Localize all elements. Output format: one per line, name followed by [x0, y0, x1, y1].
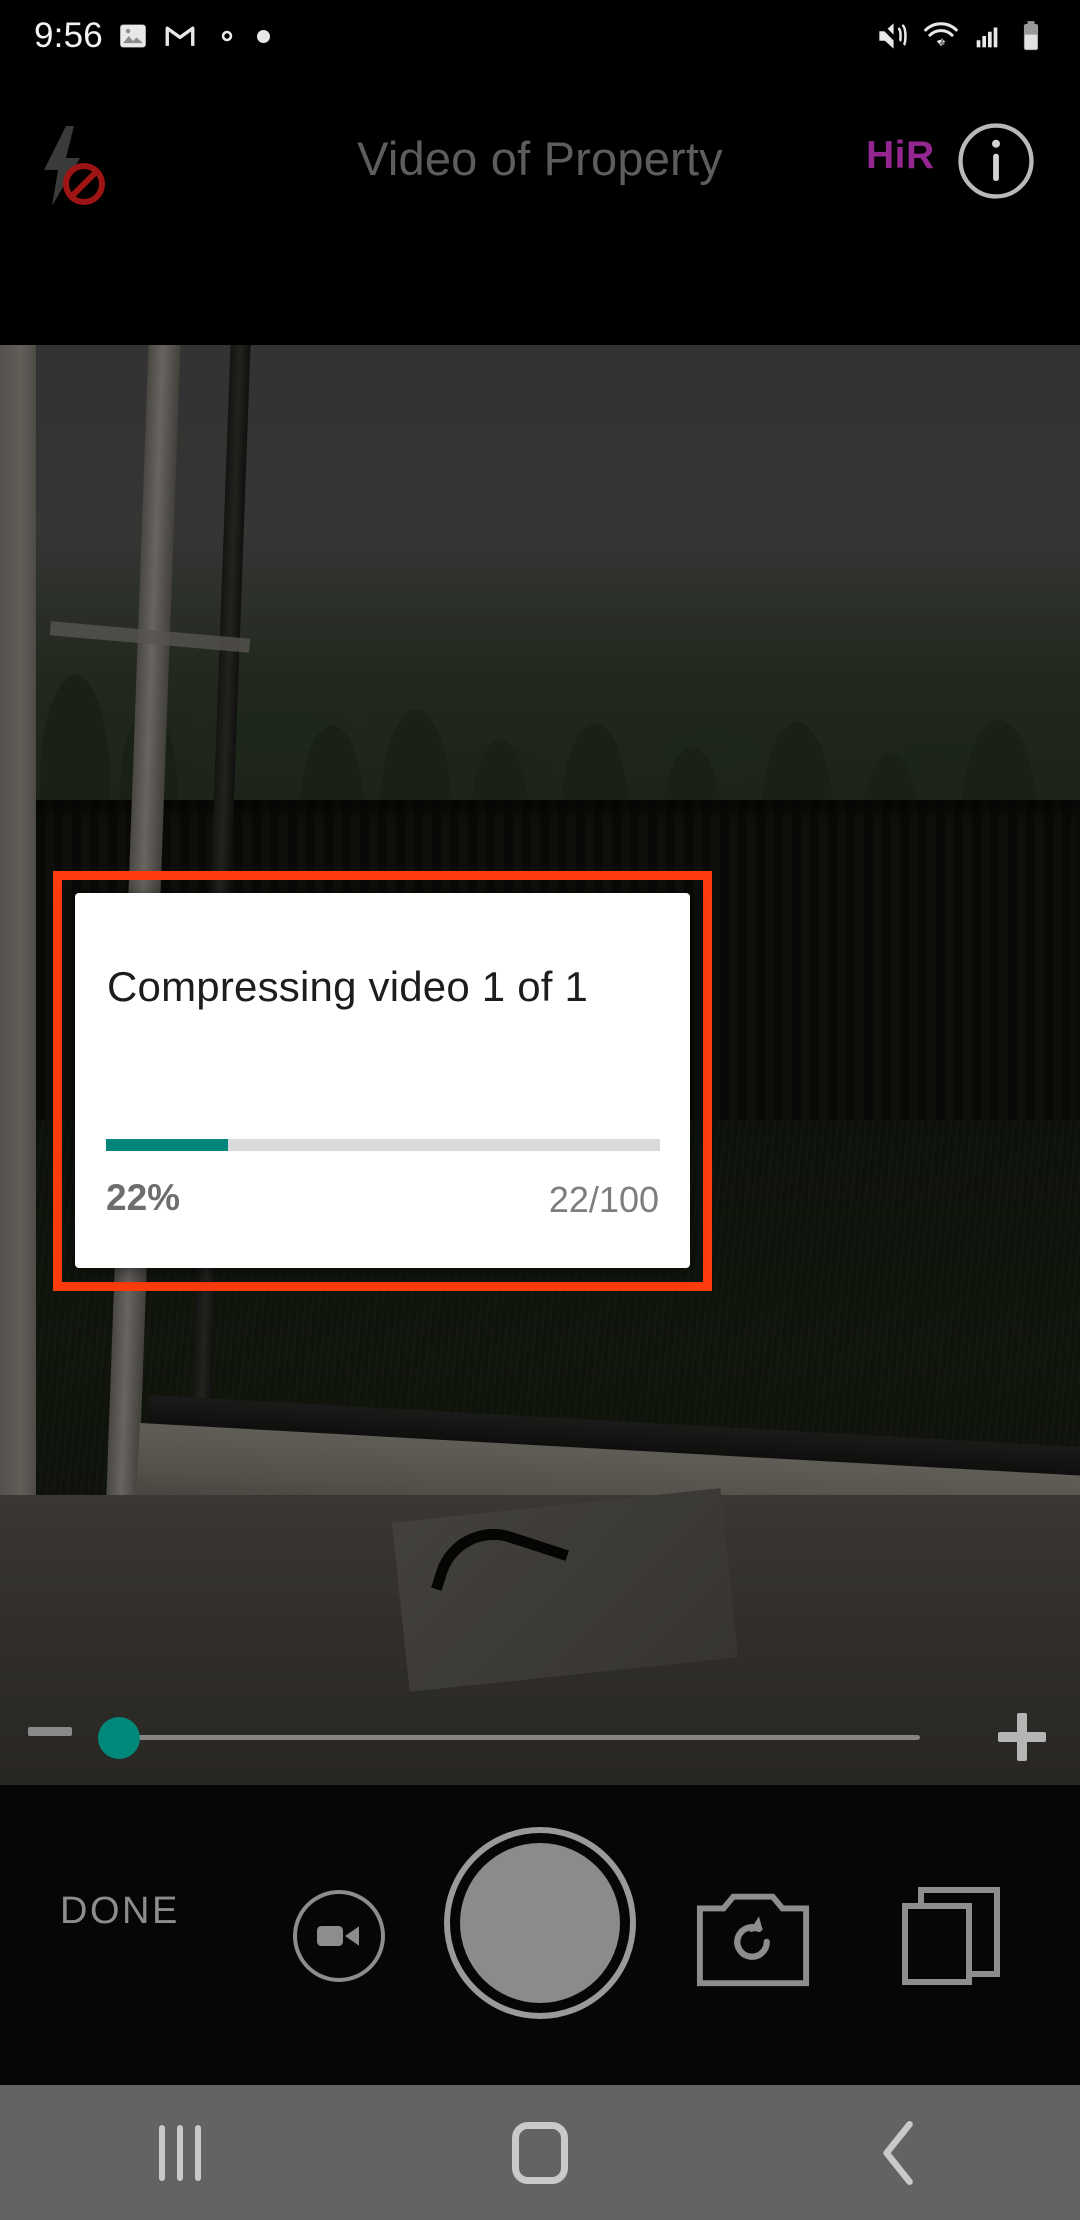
done-button[interactable]: DONE	[60, 1890, 180, 1933]
flip-camera-icon	[696, 1893, 810, 1987]
nav-home-button[interactable]	[465, 2098, 615, 2208]
recents-icon	[159, 2124, 201, 2181]
video-camera-icon	[317, 1926, 359, 1946]
gallery-button[interactable]	[895, 1880, 1007, 1992]
phone-screen: 9:56 Video of Property HiR DONE Compress…	[0, 0, 1080, 2220]
zoom-slider-thumb[interactable]	[98, 1717, 140, 1759]
wifi-icon	[924, 22, 958, 47]
zoom-in-icon[interactable]	[998, 1713, 1046, 1761]
android-navigation-bar	[0, 2085, 1080, 2220]
zoom-out-icon[interactable]	[28, 1727, 72, 1736]
progress-count-label: 22/100	[548, 1179, 659, 1220]
progress-percent-label: 22%	[106, 1177, 181, 1218]
status-bar-right	[873, 17, 1046, 55]
flip-camera-button[interactable]	[694, 1880, 812, 1992]
nav-recents-button[interactable]	[105, 2098, 255, 2208]
hir-toggle-button[interactable]: HiR	[866, 134, 935, 178]
gallery-layers-icon	[902, 1887, 1000, 1985]
info-circle-icon	[958, 123, 1034, 199]
progress-bar-track	[106, 1139, 660, 1151]
app-bar: Video of Property HiR	[0, 72, 1080, 244]
dot-icon	[256, 29, 270, 43]
flash-off-button[interactable]	[22, 118, 118, 214]
status-bar-left: 9:56	[34, 16, 270, 56]
cellular-signal-icon	[976, 27, 998, 48]
shutter-button[interactable]	[460, 1843, 620, 2003]
video-mode-button[interactable]	[293, 1890, 385, 1982]
dialog-message: Compressing video 1 of 1	[107, 963, 589, 1010]
zoom-slider-track[interactable]	[120, 1735, 920, 1740]
compression-progress-dialog: Compressing video 1 of 1 22% 22/100	[75, 893, 690, 1268]
gmail-icon	[165, 26, 195, 46]
photos-icon	[120, 24, 146, 48]
nav-back-button[interactable]	[825, 2098, 975, 2208]
zoom-slider[interactable]	[0, 1695, 1080, 1785]
info-button[interactable]	[955, 120, 1037, 202]
flash-off-icon	[44, 126, 105, 206]
status-bar: 9:56	[0, 0, 1080, 72]
settings-gear-icon	[221, 30, 233, 42]
battery-icon	[1023, 21, 1039, 51]
home-icon	[512, 2121, 568, 2184]
status-time: 9:56	[34, 16, 103, 55]
vibrate-mute-icon	[875, 19, 908, 52]
progress-bar-fill	[106, 1139, 228, 1151]
back-chevron-icon	[883, 2120, 913, 2185]
